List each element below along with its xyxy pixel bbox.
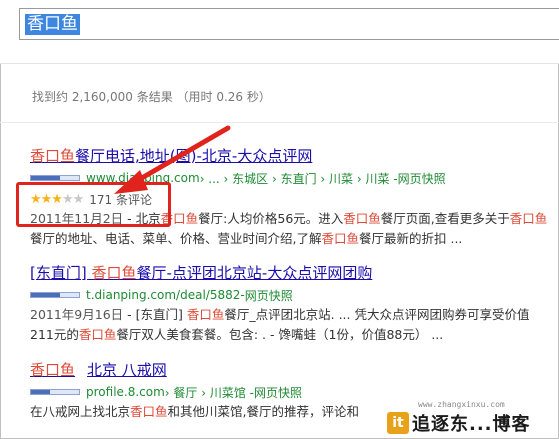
title-prefix: [东直门] — [30, 264, 92, 282]
title-highlight: 香口鱼 — [30, 361, 76, 379]
pagerank-bar — [30, 292, 80, 298]
result-date: 2011年9月16日 — [30, 307, 124, 322]
title-highlight: 香口鱼 — [30, 147, 76, 165]
title-highlight: 香口鱼 — [91, 264, 137, 282]
result-snippet: 2011年9月16日 - [东直门] 香口鱼餐厅_点评团北京站. ... 凭大众… — [30, 307, 530, 342]
title-text: 北京 八戒网 — [87, 361, 167, 379]
result-meta: t.dianping.com/deal/5882 - 网页快照 — [30, 286, 550, 304]
title-text: 餐厅-点评团北京站-大众点评网团购 — [136, 264, 373, 282]
search-input[interactable]: 香口鱼 — [19, 8, 559, 40]
cache-link[interactable]: 网页快照 — [245, 287, 293, 304]
result-snippet: 2011年11月2日 - 北京香口鱼餐厅:人均价格56元。进入香口鱼餐厅页面,查… — [30, 211, 548, 246]
watermark-logo: it 追逐东...博客 — [387, 410, 531, 436]
divider — [0, 122, 559, 123]
star-rating-icon: ★★★★★ — [30, 191, 84, 207]
search-query-text[interactable]: 香口鱼 — [25, 14, 80, 35]
logo-text: 追逐东...博客 — [412, 414, 531, 435]
pagerank-bar — [30, 389, 80, 395]
result-url[interactable]: t.dianping.com/deal/5882 — [86, 288, 240, 302]
cache-link[interactable]: 网页快照 — [254, 384, 302, 401]
logo-mark-icon: it — [387, 412, 409, 434]
result-stats: 找到约 2,160,000 条结果 （用时 0.26 秒） — [32, 90, 271, 104]
result-meta: profile.8.com › 餐厅 › 川菜馆 - 网页快照 — [30, 383, 550, 401]
result-title-link[interactable]: [东直门] 香口鱼餐厅-点评团北京站-大众点评网团购 — [30, 263, 550, 283]
result-title-link[interactable]: 香口鱼 北京 八戒网 — [30, 360, 550, 380]
search-result: [东直门] 香口鱼餐厅-点评团北京站-大众点评网团购 t.dianping.co… — [30, 263, 550, 345]
result-date: 2011年11月2日 — [30, 211, 124, 226]
result-breadcrumb[interactable]: › 餐厅 › 川菜馆 - — [165, 384, 254, 401]
result-url[interactable]: profile.8.com — [86, 385, 165, 399]
search-header: 香口鱼 — [0, 0, 559, 64]
cache-link[interactable]: 网页快照 — [398, 170, 446, 187]
watermark-url: www.zhangxinxu.com — [418, 400, 505, 409]
annotation-arrow-icon — [114, 125, 231, 194]
pagerank-bar — [30, 175, 80, 181]
